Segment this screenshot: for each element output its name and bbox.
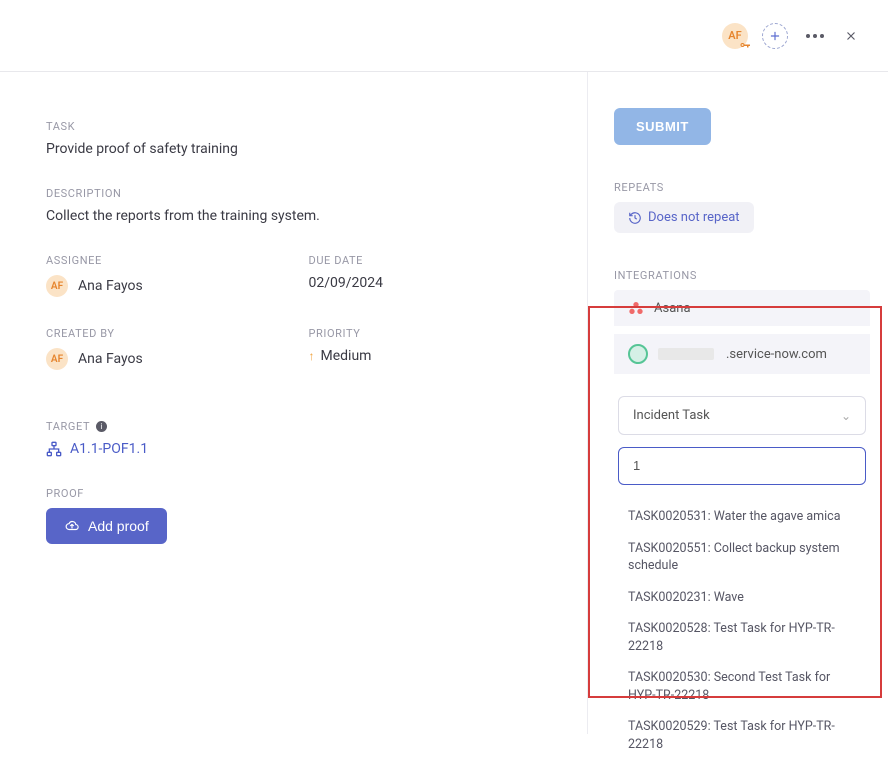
assignee-label: ASSIGNEE bbox=[46, 254, 289, 267]
target-link[interactable]: A1.1-POF1.1 bbox=[46, 441, 551, 457]
servicenow-domain: .service-now.com bbox=[726, 347, 827, 362]
chevron-down-icon: ⌄ bbox=[841, 409, 851, 423]
servicenow-panel: Incident Task ⌄ TASK0020531: Water the a… bbox=[614, 382, 870, 768]
right-panel: SUBMIT REPEATS Does not repeat INTEGRATI… bbox=[588, 72, 888, 734]
result-item[interactable]: TASK0020531: Water the agave amica bbox=[618, 501, 866, 533]
priority-label: PRIORITY bbox=[309, 327, 552, 340]
hierarchy-icon bbox=[46, 441, 62, 457]
proof-label: PROOF bbox=[46, 487, 551, 500]
integrations-label: INTEGRATIONS bbox=[614, 269, 870, 282]
result-item[interactable]: TASK0020529: Test Task for HYP-TR-22218 bbox=[618, 711, 866, 760]
obscured-text bbox=[658, 348, 714, 360]
plus-icon bbox=[768, 29, 782, 43]
priority-row: ↑ Medium bbox=[309, 348, 552, 364]
created-by-row: AF Ana Fayos bbox=[46, 348, 289, 370]
target-value: A1.1-POF1.1 bbox=[70, 441, 148, 457]
history-icon bbox=[628, 211, 642, 225]
target-label-text: TARGET bbox=[46, 420, 90, 433]
cloud-upload-icon bbox=[64, 519, 80, 533]
asana-icon bbox=[628, 300, 644, 316]
creator-name: Ana Fayos bbox=[78, 351, 143, 367]
created-by-label: CREATED BY bbox=[46, 327, 289, 340]
current-user-avatar[interactable]: AF bbox=[722, 23, 748, 49]
search-input[interactable] bbox=[633, 458, 851, 473]
integration-asana[interactable]: Asana bbox=[614, 290, 870, 326]
integration-servicenow[interactable]: .service-now.com bbox=[614, 334, 870, 374]
results-list: TASK0020531: Water the agave amica TASK0… bbox=[618, 501, 866, 760]
close-button[interactable] bbox=[842, 27, 860, 45]
repeat-chip[interactable]: Does not repeat bbox=[614, 202, 754, 233]
creator-initials: AF bbox=[51, 354, 63, 365]
task-label: TASK bbox=[46, 120, 551, 133]
asana-label: Asana bbox=[654, 301, 691, 316]
top-bar: AF bbox=[0, 0, 888, 72]
task-type-select[interactable]: Incident Task ⌄ bbox=[618, 396, 866, 435]
submit-button[interactable]: SUBMIT bbox=[614, 108, 711, 145]
repeats-label: REPEATS bbox=[614, 181, 870, 194]
result-item[interactable]: TASK0020530: Second Test Task for HYP-TR… bbox=[618, 662, 866, 711]
result-item[interactable]: TASK0020551: Collect backup system sched… bbox=[618, 533, 866, 582]
servicenow-icon bbox=[628, 344, 648, 364]
key-icon bbox=[739, 40, 751, 52]
more-menu[interactable] bbox=[802, 30, 828, 42]
repeat-value: Does not repeat bbox=[648, 210, 740, 225]
assignee-name: Ana Fayos bbox=[78, 278, 143, 294]
priority-value: Medium bbox=[321, 348, 372, 364]
result-item[interactable]: TASK0020528: Test Task for HYP-TR-22218 bbox=[618, 613, 866, 662]
add-proof-label: Add proof bbox=[88, 518, 149, 534]
search-input-wrapper[interactable] bbox=[618, 447, 866, 485]
add-proof-button[interactable]: Add proof bbox=[46, 508, 167, 544]
select-value: Incident Task bbox=[633, 408, 710, 423]
due-date-label: DUE DATE bbox=[309, 254, 552, 267]
creator-avatar: AF bbox=[46, 348, 68, 370]
assignee-row[interactable]: AF Ana Fayos bbox=[46, 275, 289, 297]
result-item[interactable]: TASK0020231: Wave bbox=[618, 582, 866, 614]
due-date-value: 02/09/2024 bbox=[309, 275, 552, 291]
content: TASK Provide proof of safety training DE… bbox=[0, 72, 888, 734]
priority-arrow-icon: ↑ bbox=[309, 349, 315, 363]
assignee-initials: AF bbox=[51, 281, 63, 292]
info-icon[interactable]: i bbox=[96, 421, 107, 432]
assignee-avatar: AF bbox=[46, 275, 68, 297]
task-title: Provide proof of safety training bbox=[46, 141, 551, 157]
description-label: DESCRIPTION bbox=[46, 187, 551, 200]
close-icon bbox=[844, 29, 858, 43]
description-value: Collect the reports from the training sy… bbox=[46, 208, 551, 224]
add-button[interactable] bbox=[762, 23, 788, 49]
left-panel: TASK Provide proof of safety training DE… bbox=[0, 72, 588, 734]
target-label: TARGET i bbox=[46, 420, 551, 433]
